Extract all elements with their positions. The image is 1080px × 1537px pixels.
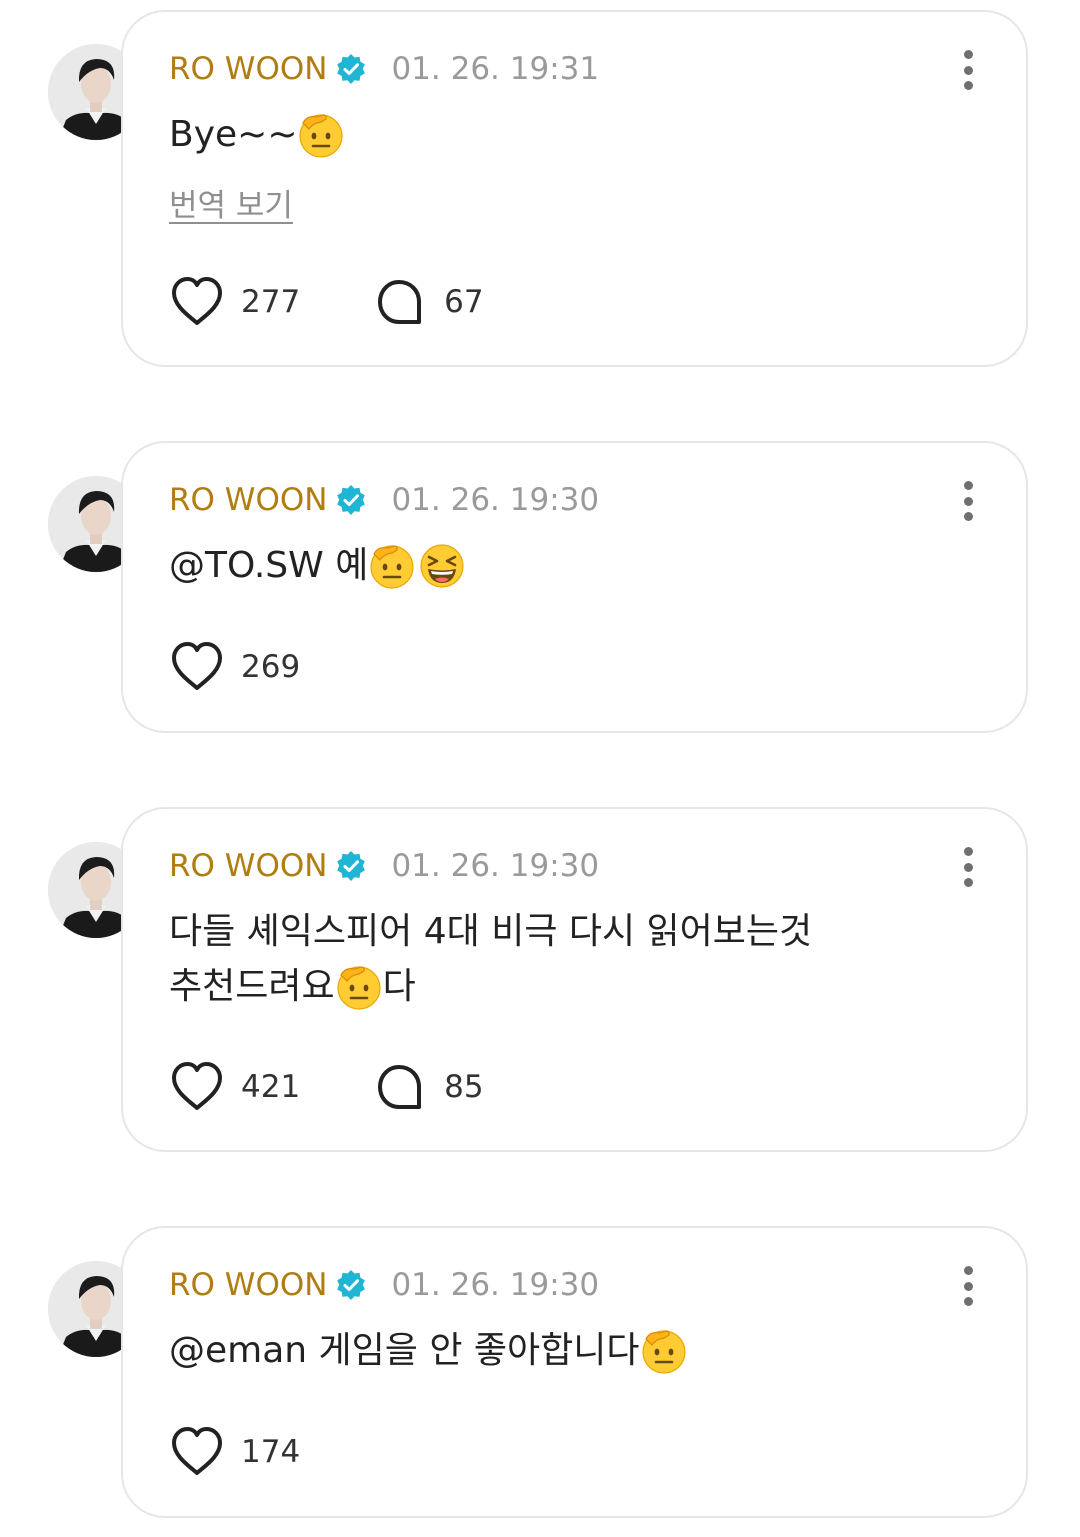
post-timestamp: 01. 26. 19:30 <box>391 848 600 884</box>
post-text: @TO.SW 예 <box>169 538 916 593</box>
salute-emoji-icon <box>297 111 345 159</box>
like-count: 174 <box>241 1434 301 1470</box>
post-card: RO WOON 01. 26. 19:30 @TO.SW 예 269 <box>121 441 1028 733</box>
heart-outline-icon <box>169 1059 225 1115</box>
speech-bubble-outline-icon <box>372 1059 428 1115</box>
like-button[interactable]: 269 <box>169 639 300 695</box>
post-actions: 174 <box>169 1424 300 1480</box>
post-card: RO WOON 01. 26. 19:30 다들 셰익스피어 4대 비극 다시 … <box>121 807 1028 1152</box>
like-count: 421 <box>241 1069 301 1105</box>
post-header: RO WOON 01. 26. 19:30 <box>169 480 599 520</box>
more-options-icon[interactable] <box>956 481 980 521</box>
heart-outline-icon <box>169 274 225 330</box>
verified-badge-icon <box>335 53 367 85</box>
post-header: RO WOON 01. 26. 19:30 <box>169 1265 599 1305</box>
post-timestamp: 01. 26. 19:30 <box>391 482 600 518</box>
comment-button[interactable]: 85 <box>372 1059 484 1115</box>
like-count: 269 <box>241 649 301 685</box>
verified-badge-icon <box>335 484 367 516</box>
salute-emoji-icon <box>368 542 416 590</box>
post-header: RO WOON 01. 26. 19:31 <box>169 49 599 89</box>
more-options-icon[interactable] <box>956 847 980 887</box>
post-text: @eman 게임을 안 좋아합니다 <box>169 1323 916 1378</box>
author-name[interactable]: RO WOON <box>169 482 327 518</box>
post-header: RO WOON 01. 26. 19:30 <box>169 846 599 886</box>
post-actions: 421 85 <box>169 1059 484 1115</box>
laughing-squint-emoji-icon <box>418 542 466 590</box>
more-options-icon[interactable] <box>956 1266 980 1306</box>
verified-badge-icon <box>335 850 367 882</box>
post-text: Bye~~ <box>169 107 916 162</box>
author-name[interactable]: RO WOON <box>169 848 327 884</box>
speech-bubble-outline-icon <box>372 274 428 330</box>
comment-count: 67 <box>444 284 484 320</box>
author-name[interactable]: RO WOON <box>169 1267 327 1303</box>
translate-link[interactable]: 번역 보기 <box>169 180 293 225</box>
post-card: RO WOON 01. 26. 19:31 Bye~~ 번역 보기 277 67 <box>121 10 1028 367</box>
post-timestamp: 01. 26. 19:31 <box>391 51 600 87</box>
salute-emoji-icon <box>640 1327 688 1375</box>
author-name[interactable]: RO WOON <box>169 51 327 87</box>
like-button[interactable]: 421 <box>169 1059 300 1115</box>
like-button[interactable]: 174 <box>169 1424 300 1480</box>
salute-emoji-icon <box>335 963 383 1011</box>
post-actions: 269 <box>169 639 300 695</box>
heart-outline-icon <box>169 1424 225 1480</box>
comment-count: 85 <box>444 1069 484 1105</box>
like-count: 277 <box>241 284 301 320</box>
post-text: 다들 셰익스피어 4대 비극 다시 읽어보는것 추천드려요 다 <box>169 904 916 1014</box>
post-actions: 277 67 <box>169 274 484 330</box>
verified-badge-icon <box>335 1269 367 1301</box>
post-timestamp: 01. 26. 19:30 <box>391 1267 600 1303</box>
like-button[interactable]: 277 <box>169 274 300 330</box>
heart-outline-icon <box>169 639 225 695</box>
comment-button[interactable]: 67 <box>372 274 484 330</box>
post-card: RO WOON 01. 26. 19:30 @eman 게임을 안 좋아합니다 … <box>121 1226 1028 1518</box>
more-options-icon[interactable] <box>956 50 980 90</box>
